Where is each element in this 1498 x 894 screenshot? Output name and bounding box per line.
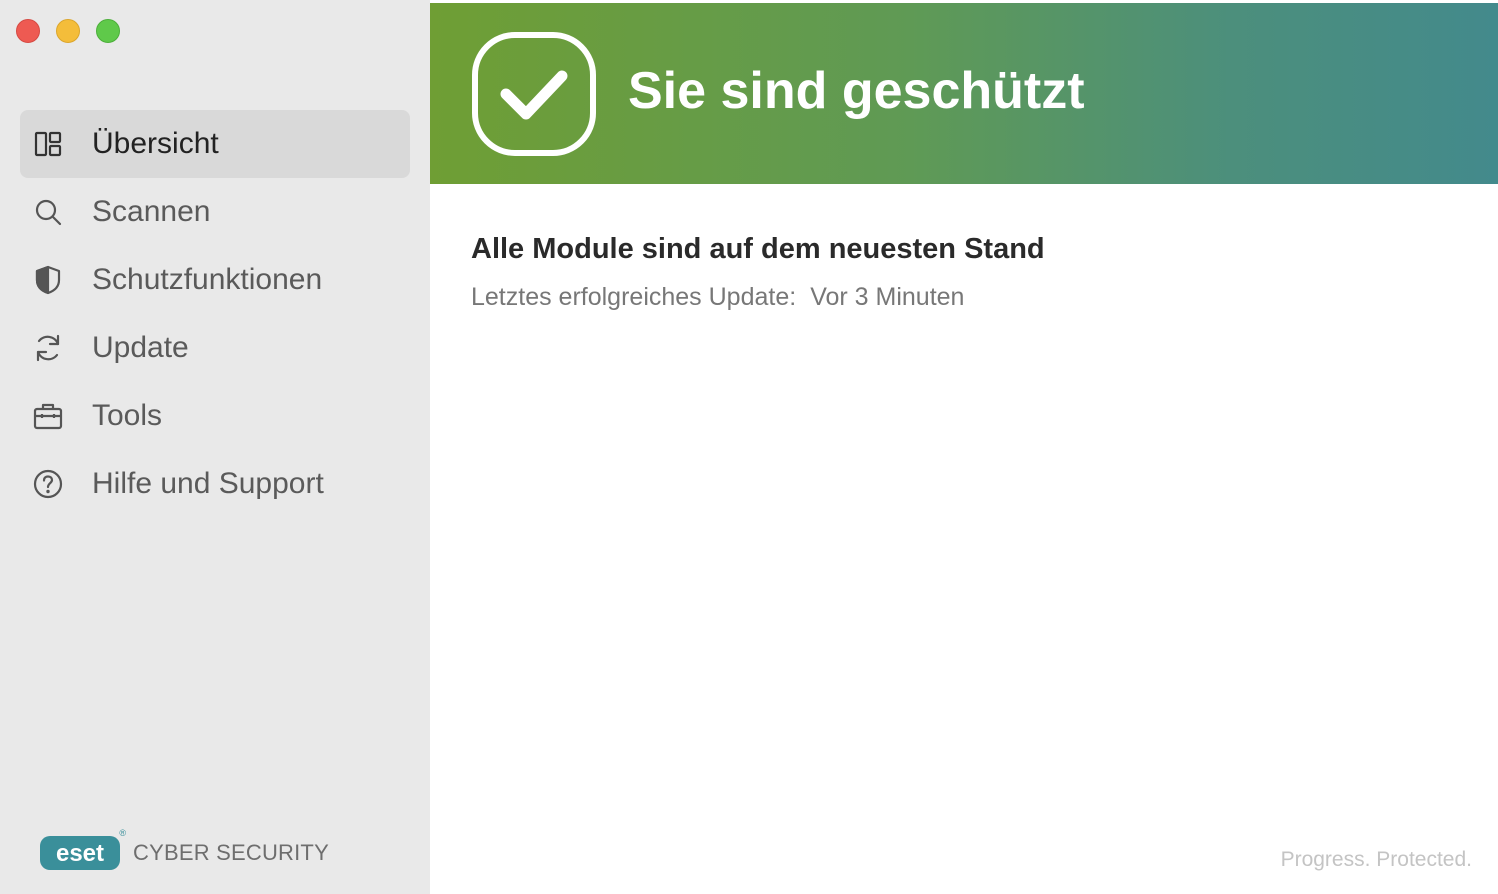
checkmark-icon — [472, 32, 596, 156]
status-heading: Alle Module sind auf dem neuesten Stand — [471, 233, 1045, 265]
last-update-info: Letztes erfolgreiches Update: Vor 3 Minut… — [471, 283, 964, 312]
close-window-button[interactable] — [16, 19, 40, 43]
sidebar-nav: Übersicht Scannen Schutzfunktionen Updat… — [20, 110, 410, 518]
app-window: Übersicht Scannen Schutzfunktionen Updat… — [0, 0, 1498, 894]
product-name: CYBER SECURITY — [133, 840, 329, 865]
help-icon — [20, 468, 76, 500]
eset-wordmark: eset — [56, 840, 104, 866]
search-icon — [20, 196, 76, 228]
sidebar-item-label: Übersicht — [92, 127, 219, 160]
sidebar-item-overview[interactable]: Übersicht — [20, 110, 410, 178]
zoom-window-button[interactable] — [96, 19, 120, 43]
eset-logo: eset ® CYBER SECURITY — [40, 828, 329, 870]
sidebar-item-label: Update — [92, 331, 189, 364]
registered-mark: ® — [119, 828, 126, 838]
sidebar-item-protection[interactable]: Schutzfunktionen — [20, 246, 410, 314]
briefcase-icon — [20, 400, 76, 432]
main-content: Sie sind geschützt Alle Module sind auf … — [430, 0, 1498, 894]
sidebar-item-label: Schutzfunktionen — [92, 263, 323, 296]
sidebar-item-label: Scannen — [92, 195, 211, 228]
sidebar: Übersicht Scannen Schutzfunktionen Updat… — [0, 0, 430, 894]
sidebar-item-tools[interactable]: Tools — [20, 382, 410, 450]
tagline: Progress. Protected. — [1280, 848, 1472, 871]
last-update-value: Vor 3 Minuten — [810, 283, 965, 311]
sidebar-item-label: Tools — [92, 399, 163, 432]
eset-wordmark-text: eset — [56, 840, 104, 866]
sidebar-item-update[interactable]: Update — [20, 314, 410, 382]
dashboard-icon — [20, 128, 76, 160]
refresh-icon — [20, 332, 76, 364]
banner-title: Sie sind geschützt — [628, 62, 1085, 120]
sidebar-item-help[interactable]: Hilfe und Support — [20, 450, 410, 518]
minimize-window-button[interactable] — [56, 19, 80, 43]
sidebar-item-scan[interactable]: Scannen — [20, 178, 410, 246]
sidebar-item-label: Hilfe und Support — [92, 467, 324, 500]
eset-logo-badge: eset ® — [40, 828, 126, 870]
shield-icon — [20, 264, 76, 296]
last-update-label: Letztes erfolgreiches Update: — [471, 283, 797, 311]
protection-status-banner: Sie sind geschützt — [430, 3, 1498, 184]
